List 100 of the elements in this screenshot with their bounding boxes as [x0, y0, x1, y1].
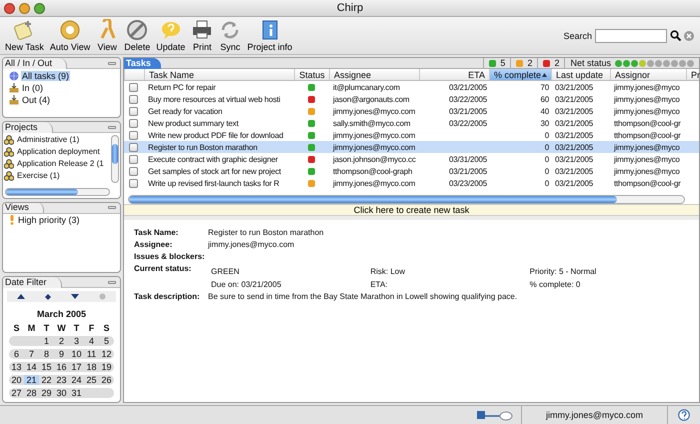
calendar-day[interactable]: 9 [54, 349, 69, 360]
calendar-day[interactable]: 7 [24, 349, 39, 360]
table-cell-text: jimmy.jones@myco [612, 94, 681, 104]
calendar-day[interactable]: 18 [84, 362, 99, 372]
checkbox[interactable] [129, 106, 138, 116]
horizontal-scrollbar[interactable] [5, 188, 110, 196]
calendar-day[interactable]: 25 [84, 375, 99, 386]
toolbar-button[interactable]: Sync [216, 19, 244, 52]
table-cell-text: 03/31/2005 [448, 154, 488, 164]
search-field[interactable] [595, 28, 667, 42]
column-header[interactable]: Last update [551, 69, 610, 80]
calendar-day[interactable]: 13 [9, 362, 24, 372]
checkbox[interactable] [129, 94, 138, 104]
checkbox[interactable] [129, 154, 138, 164]
table-cell-text: jimmy.jones@myco [612, 166, 681, 176]
column-header[interactable]: Status [294, 69, 329, 80]
tasks-tab[interactable]: Tasks [124, 58, 161, 68]
table-cell-text: 03/21/2005 [554, 106, 594, 116]
toolbar-button[interactable]: Print [188, 19, 216, 52]
toolbar-button[interactable]: Auto View [46, 19, 94, 52]
down-triangle-icon[interactable] [71, 294, 79, 300]
checkbox[interactable] [129, 118, 138, 128]
calendar-day[interactable]: 17 [69, 362, 84, 372]
calendar-day[interactable]: 11 [84, 349, 99, 360]
toolbar-button[interactable]: New Task [2, 19, 47, 52]
checkbox[interactable] [129, 166, 138, 176]
sidebar-item[interactable]: High priority (3) [17, 215, 81, 226]
checkbox[interactable] [129, 82, 138, 92]
calendar-day[interactable]: 20 [9, 375, 24, 386]
calendar-day[interactable]: 5 [99, 336, 114, 346]
toolbar-button[interactable]: View [93, 19, 122, 52]
calendar-day[interactable]: 8 [39, 349, 54, 360]
create-task-button[interactable]: Click here to create new task [124, 204, 699, 216]
column-header[interactable]: Assignee [329, 69, 419, 80]
horizontal-scrollbar[interactable] [128, 195, 685, 204]
clear-icon[interactable] [684, 30, 694, 40]
column-header[interactable]: Task Name [144, 69, 294, 80]
table-cell-text: 03/21/2005 [554, 166, 594, 176]
diamond-icon[interactable] [45, 294, 51, 300]
zoom-button[interactable] [34, 2, 45, 14]
calendar-day[interactable]: 29 [39, 388, 54, 398]
calendar-day[interactable]: 3 [69, 336, 84, 346]
calendar-day[interactable]: 2 [54, 336, 69, 346]
column-header[interactable]: Assignor [610, 69, 686, 80]
cluster-icon [4, 158, 14, 169]
toolbar-button[interactable]: Delete [121, 19, 154, 52]
toolbar-button[interactable]: Update [153, 19, 188, 52]
close-button[interactable] [4, 2, 15, 14]
help-icon[interactable] [678, 409, 690, 421]
table-cell-text: Register to run Boston marathon [147, 142, 258, 152]
table-cell-text: 03/21/2005 [554, 82, 594, 92]
calendar-day[interactable]: 15 [39, 362, 54, 372]
calendar-day[interactable]: 28 [24, 388, 39, 398]
calendar-day[interactable]: 10 [69, 349, 84, 360]
calendar-day[interactable]: 21 [24, 375, 39, 386]
calendar-day[interactable]: 4 [84, 336, 99, 346]
calendar-day[interactable]: 27 [9, 388, 24, 398]
column-header[interactable]: Pr [686, 69, 700, 80]
calendar-day[interactable]: 30 [54, 388, 69, 398]
table-row[interactable]: Register to run Boston marathon jimmy.jones@myco.com 0 03/21/2005 jimmy.jones@myco [124, 141, 699, 153]
detail-label: Current status: [134, 264, 192, 275]
calendar-day[interactable]: 1 [39, 336, 54, 346]
weekday-label: W [56, 323, 67, 334]
sidebar-item[interactable]: All tasks (9) [21, 70, 70, 80]
search-icon[interactable] [670, 30, 681, 41]
column-header[interactable]: % complete [489, 69, 551, 80]
calendar-day[interactable]: 23 [54, 375, 69, 386]
toolbar-button[interactable]: Project info [244, 19, 296, 52]
sidebar-item[interactable]: Out (4) [21, 94, 52, 104]
minimize-icon[interactable] [108, 280, 116, 284]
calendar-day[interactable]: 26 [99, 375, 114, 386]
checkbox[interactable] [129, 142, 138, 152]
vertical-scrollbar[interactable] [111, 135, 119, 184]
calendar-day[interactable]: 31 [69, 388, 84, 398]
calendar-day[interactable]: 24 [69, 375, 84, 386]
minimize-icon[interactable] [108, 126, 116, 129]
sidebar-item[interactable]: Administrative (1) [16, 135, 80, 144]
table-cell-text: 03/22/2005 [448, 94, 488, 104]
checkbox[interactable] [129, 178, 138, 188]
cluster-icon [4, 146, 14, 157]
calendar-day[interactable]: 22 [39, 375, 54, 386]
table-cell-text: tthompson@cool-gr [613, 178, 682, 188]
minimize-button[interactable] [19, 2, 30, 14]
table-cell-text: it@plumcanary.com [332, 82, 401, 92]
up-triangle-icon[interactable] [17, 294, 25, 300]
minimize-icon[interactable] [108, 206, 116, 210]
calendar-day[interactable]: 16 [54, 362, 69, 372]
table-cell-text: Get ready for vacation [147, 106, 224, 116]
checkbox[interactable] [129, 130, 138, 140]
sidebar-item[interactable]: Exercise (1) [16, 171, 61, 180]
weekday-label: M [26, 323, 36, 334]
calendar-day[interactable]: 19 [99, 362, 114, 372]
calendar-day[interactable]: 6 [9, 349, 24, 360]
sidebar-item[interactable]: Application Release 2 (1 [16, 159, 105, 168]
calendar-day[interactable]: 14 [24, 362, 39, 372]
calendar-day[interactable]: 12 [99, 349, 114, 360]
sidebar-item[interactable]: Application deployment [16, 147, 101, 156]
user-email: jimmy.jones@myco.com [521, 406, 668, 424]
sidebar-item[interactable]: In (0) [21, 82, 44, 92]
minimize-icon[interactable] [108, 62, 116, 64]
